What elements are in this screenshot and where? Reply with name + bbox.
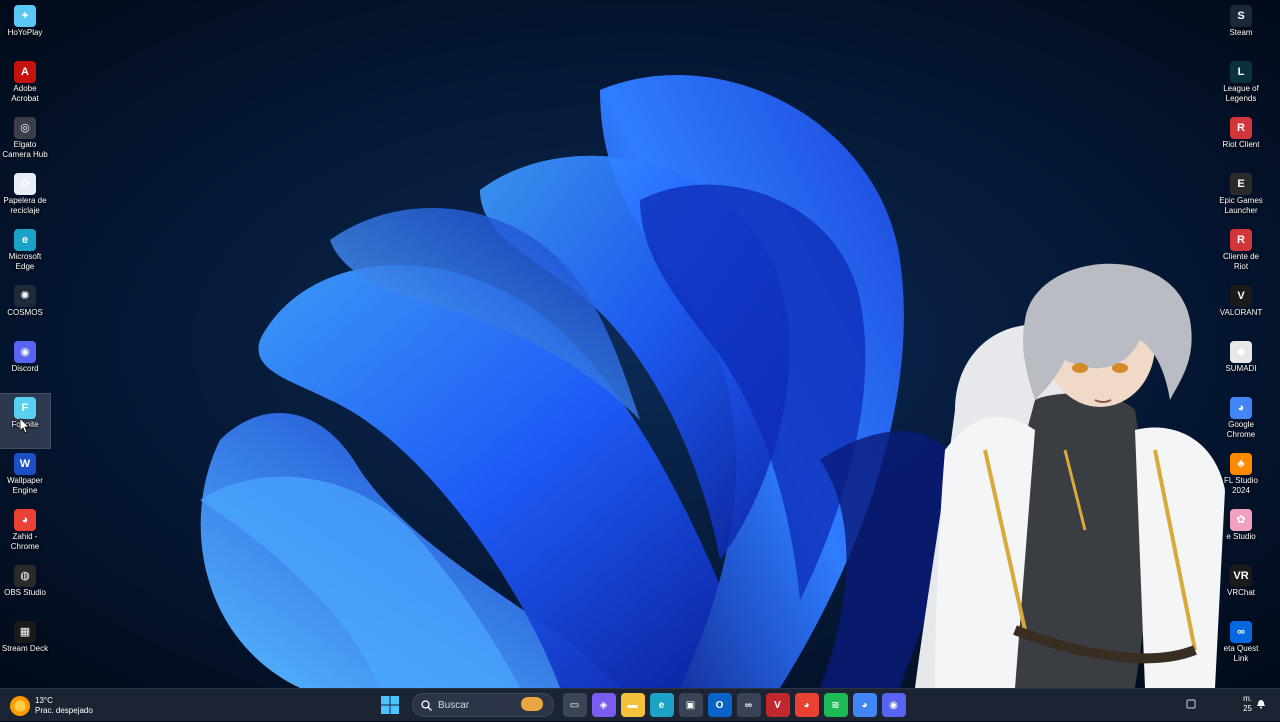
search-placeholder: Buscar [438, 699, 470, 711]
shortcut-label: Riot Client [1222, 140, 1260, 149]
shortcut-label: OBS Studio [4, 588, 46, 597]
chrome-taskbar-icon[interactable]: ◕ [852, 693, 877, 717]
desktop-shortcut-chrome-profile[interactable]: ◕ Zahid - Chrome [0, 506, 50, 560]
desktop-shortcut-edge[interactable]: e Microsoft Edge [0, 226, 50, 280]
acrobat-icon: A [14, 61, 36, 83]
system-tray-icon[interactable] [1186, 699, 1196, 709]
file-explorer-icon[interactable]: ▬ [620, 693, 645, 717]
shortcut-label: Zahid - Chrome [10, 532, 40, 551]
fortnite-icon: F [14, 397, 36, 419]
shortcut-label: Microsoft Edge [8, 252, 42, 271]
league-icon: L [1230, 61, 1252, 83]
wallpaper-engine-icon: W [14, 453, 36, 475]
notifications-bell-icon[interactable] [1256, 699, 1266, 709]
shortcut-label: Papelera de reciclaje [3, 196, 47, 215]
shortcut-label: COSMOS [7, 308, 43, 317]
desktop-shortcut-hoyoplay[interactable]: ✦ HoYoPlay [0, 2, 50, 56]
mouse-cursor-icon [20, 418, 30, 434]
windows-logo-icon [381, 696, 399, 714]
desktop-shortcut-riot-client[interactable]: R Riot Client [1216, 114, 1266, 168]
desktop-shortcut-steam[interactable]: S Steam [1216, 2, 1266, 56]
shortcut-label: Discord [11, 364, 39, 373]
search-icon [421, 699, 432, 711]
steam-icon: S [1230, 5, 1252, 27]
riot-client-icon: R [1230, 117, 1252, 139]
desktop-shortcut-obs[interactable]: ◍ OBS Studio [0, 562, 50, 616]
discord-icon: ◉ [14, 341, 36, 363]
chrome-profile-taskbar-icon[interactable]: ◕ [794, 693, 819, 717]
desktop-shortcut-cosmos[interactable]: ✺ COSMOS [0, 282, 50, 336]
chrome-profile-icon: ◕ [14, 509, 36, 531]
shortcut-label: Steam [1229, 28, 1253, 37]
shortcut-label: Epic Games Launcher [1219, 196, 1263, 215]
epic-games-icon: E [1230, 173, 1252, 195]
taskbar: 13°C Prac. despejado Buscar ▭ ◈ ▬ e ▣ O ∞ V ◕ ≋ ◕ ◉… [0, 688, 1280, 721]
microsoft-store-icon[interactable]: ▣ [678, 693, 703, 717]
desktop-shortcut-recycle-bin[interactable]: ♻ Papelera de reciclaje [0, 170, 50, 224]
meta-quest-taskbar-icon[interactable]: ∞ [736, 693, 761, 717]
desktop-shortcut-acrobat[interactable]: A Adobe Acrobat [0, 58, 50, 112]
obs-icon: ◍ [14, 565, 36, 587]
edge-taskbar-icon[interactable]: e [649, 693, 674, 717]
desktop-shortcut-discord[interactable]: ◉ Discord [0, 338, 50, 392]
shortcut-label: Stream Deck [1, 644, 49, 653]
recycle-bin-icon: ♻ [14, 173, 36, 195]
shortcut-label: Elgato Camera Hub [2, 140, 48, 159]
system-clock[interactable]: m. 25 [1238, 694, 1252, 714]
taskbar-center: Buscar ▭ ◈ ▬ e ▣ O ∞ V ◕ ≋ ◕ ◉ [378, 689, 908, 721]
elgato-camera-icon: ◎ [14, 117, 36, 139]
edge-icon: e [14, 229, 36, 251]
sun-icon [10, 696, 30, 716]
clock-line-1: m. [1243, 694, 1252, 703]
desktop-shortcut-epic-games[interactable]: E Epic Games Launcher [1216, 170, 1266, 224]
task-view-icon[interactable]: ▭ [562, 693, 587, 717]
shortcut-label: HoYoPlay [7, 28, 43, 37]
shortcut-label: League of Legends [1223, 84, 1259, 103]
search-highlight-icon [521, 697, 543, 711]
start-button[interactable] [378, 693, 402, 717]
shortcut-label: Wallpaper Engine [7, 476, 43, 495]
riot-client-icon: R [1230, 229, 1252, 251]
weather-temperature: 13°C [35, 696, 53, 705]
voicemeeter-icon[interactable]: V [765, 693, 790, 717]
vtuber-avatar [915, 263, 1225, 688]
desktop-shortcut-elgato-camera[interactable]: ◎ Elgato Camera Hub [0, 114, 50, 168]
weather-widget[interactable]: 13°C Prac. despejado [10, 693, 93, 719]
search-box[interactable]: Buscar [412, 693, 554, 717]
cosmos-icon: ✺ [14, 285, 36, 307]
shortcut-label: Adobe Acrobat [11, 84, 39, 103]
clock-line-2: 25 [1243, 704, 1252, 713]
pinned-apps: ▭ ◈ ▬ e ▣ O ∞ V ◕ ≋ ◕ ◉ [560, 693, 908, 717]
weather-description: Prac. despejado [35, 706, 93, 715]
desktop-shortcut-league[interactable]: L League of Legends [1216, 58, 1266, 112]
spotify-icon[interactable]: ≋ [823, 693, 848, 717]
stream-deck-icon: ▦ [14, 621, 36, 643]
desktop-shortcut-stream-deck[interactable]: ▦ Stream Deck [0, 618, 50, 672]
discord-taskbar-icon[interactable]: ◉ [881, 693, 906, 717]
copilot-icon[interactable]: ◈ [591, 693, 616, 717]
outlook-icon[interactable]: O [707, 693, 732, 717]
desktop-shortcut-wallpaper-engine[interactable]: W Wallpaper Engine [0, 450, 50, 504]
hoyoplay-icon: ✦ [14, 5, 36, 27]
